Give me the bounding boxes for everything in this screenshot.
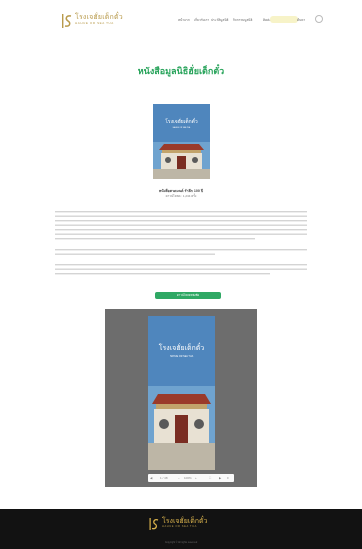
search-icon[interactable] <box>315 15 323 23</box>
book-cover-thumbnail[interactable]: โรงเจฮั่ยเต็กตั๋ว HAHUE OR SEA TUA <box>153 104 210 179</box>
footer-logo-subtitle: HAHUE OR SEA TUA <box>162 525 197 528</box>
viewer-cover-title: โรงเจฮั่ยเต็กตั๋ว <box>159 343 205 352</box>
cover-subtitle: HAHUE OR SEA TUA <box>173 126 191 129</box>
description-text-block <box>55 211 307 275</box>
fullscreen-icon[interactable]: ⛶ <box>209 476 211 480</box>
page-title: หนังสือมูลนิธิฮั่ยเต็กตั๋ว <box>137 67 225 77</box>
zoom-out-icon[interactable]: − <box>178 476 180 480</box>
nav-history[interactable]: ประวัติมูลนิธิ <box>211 18 229 23</box>
menu-icon[interactable]: ≡ <box>227 476 229 480</box>
nav-home[interactable]: หน้าแรก <box>178 18 190 23</box>
logo-subtitle: HAHUE OR SEA TUA <box>75 21 114 25</box>
viewer-cover-subtitle: HAHUE OR SEA TUA <box>170 355 194 358</box>
nav-activities[interactable]: กิจกรรมมูลนิธิ <box>233 18 252 23</box>
download-book-button[interactable]: ดาวน์โหลดหนังสือ <box>155 292 221 299</box>
zoom-in-icon[interactable]: + <box>195 476 197 480</box>
zoom-level[interactable]: 100% <box>184 476 192 480</box>
first-page-icon[interactable]: ◀ <box>150 476 152 480</box>
next-page-icon[interactable]: ▶ <box>219 476 221 480</box>
footer-copyright: Copyright © All rights reserved <box>164 541 198 544</box>
book-cover-page[interactable]: โรงเจฮั่ยเต็กตั๋ว HAHUE OR SEA TUA <box>148 316 215 470</box>
logo-icon[interactable] <box>61 13 73 29</box>
footer-logo-icon <box>149 518 159 530</box>
book-download-count: ดาวน์โหลด : 1,234 ครั้ง <box>165 194 197 198</box>
page-counter[interactable]: 1 / 48 <box>160 476 168 480</box>
nav-search-label[interactable]: ค้นหา <box>297 18 305 23</box>
nav-about[interactable]: เกี่ยวกับเรา <box>194 18 209 23</box>
nav-highlight-button[interactable] <box>270 16 298 23</box>
